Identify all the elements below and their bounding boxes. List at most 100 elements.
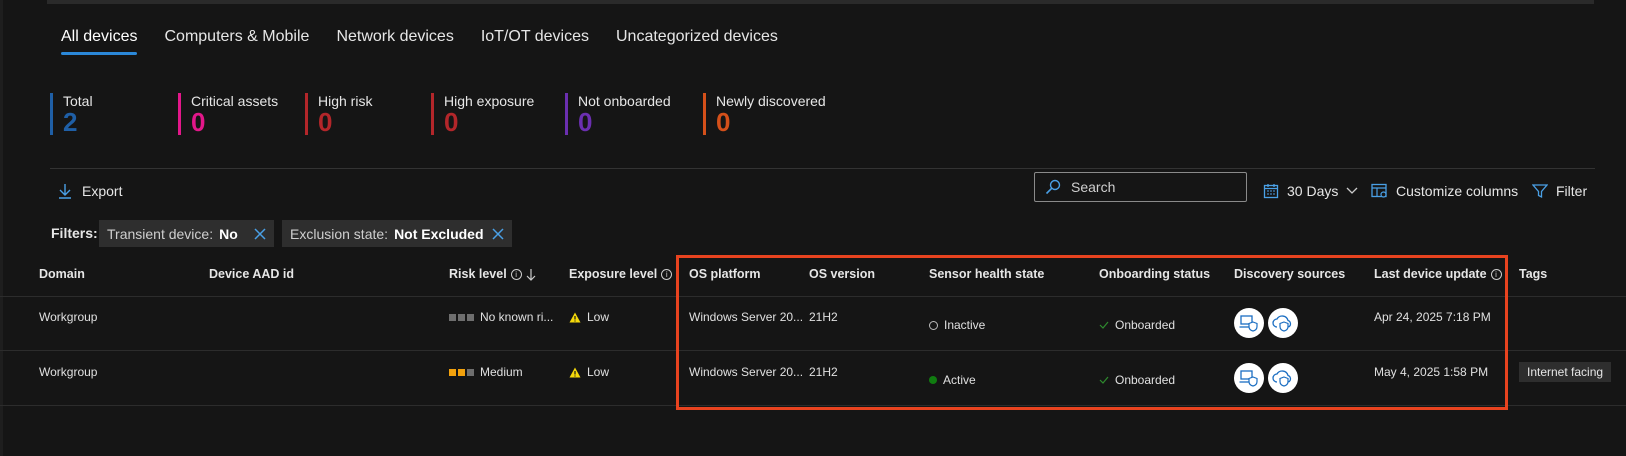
cell-last-device-update: May 4, 2025 1:58 PM bbox=[1374, 365, 1489, 379]
columns-settings-icon bbox=[1371, 183, 1387, 198]
cell-risk-level: Medium bbox=[449, 365, 523, 379]
close-icon[interactable] bbox=[254, 227, 266, 240]
filters-label: Filters: bbox=[51, 225, 98, 241]
exposure-label: Low bbox=[587, 365, 610, 379]
cell-os-platform: Windows Server 20... bbox=[689, 310, 804, 324]
column-header-os-platform[interactable]: OS platform bbox=[689, 267, 761, 281]
chip-value: Not Excluded bbox=[394, 225, 484, 242]
top-bar bbox=[47, 0, 1594, 4]
cell-onboarding-status: Onboarded bbox=[1099, 318, 1175, 332]
onboarding-label: Onboarded bbox=[1115, 373, 1176, 387]
cell-discovery-sources bbox=[1234, 308, 1298, 338]
search-input[interactable] bbox=[1069, 178, 1243, 196]
stat-high-exposure[interactable]: High exposure 0 bbox=[431, 93, 534, 135]
export-label: Export bbox=[82, 183, 123, 199]
chevron-down-icon bbox=[1346, 187, 1358, 194]
search-box[interactable] bbox=[1034, 172, 1247, 202]
risk-label: Medium bbox=[480, 365, 523, 379]
warning-icon bbox=[569, 312, 581, 322]
column-header-last-device-update[interactable]: Last device update i bbox=[1374, 267, 1502, 281]
cloud-shield-icon[interactable] bbox=[1268, 308, 1298, 338]
tag-badge[interactable]: Internet facing bbox=[1519, 362, 1612, 382]
onboarding-label: Onboarded bbox=[1115, 318, 1176, 332]
stat-newly-discovered[interactable]: Newly discovered 0 bbox=[703, 93, 826, 135]
cell-exposure-level: Low bbox=[569, 310, 609, 324]
date-range-label: 30 Days bbox=[1287, 183, 1339, 199]
cell-os-version: 21H2 bbox=[809, 310, 838, 324]
stat-value: 0 bbox=[716, 107, 731, 137]
column-label: Exposure level bbox=[569, 267, 658, 281]
exposure-label: Low bbox=[587, 310, 610, 324]
column-header-risk-level[interactable]: Risk level i bbox=[449, 267, 536, 281]
cell-os-platform: Windows Server 20... bbox=[689, 365, 804, 379]
cell-discovery-sources bbox=[1234, 363, 1298, 393]
download-icon bbox=[59, 184, 71, 199]
stat-value: 0 bbox=[318, 107, 333, 137]
cell-sensor-health: Active bbox=[929, 373, 976, 387]
inactive-status-icon bbox=[929, 320, 938, 330]
stat-value: 0 bbox=[444, 107, 459, 137]
cloud-shield-icon[interactable] bbox=[1268, 363, 1298, 393]
device-shield-icon[interactable] bbox=[1234, 308, 1264, 338]
active-status-icon bbox=[929, 376, 937, 384]
info-icon[interactable]: i bbox=[1490, 268, 1502, 280]
close-icon[interactable] bbox=[492, 227, 504, 240]
info-icon[interactable]: i bbox=[661, 268, 673, 280]
column-label: Last device update bbox=[1374, 267, 1487, 281]
left-edge bbox=[0, 0, 3, 456]
device-shield-icon[interactable] bbox=[1234, 363, 1264, 393]
column-header-onboarding-status[interactable]: Onboarding status bbox=[1099, 267, 1210, 281]
cell-risk-level: No known ri... bbox=[449, 310, 553, 324]
filter-icon bbox=[1532, 184, 1548, 199]
date-range-dropdown[interactable]: 30 Days bbox=[1263, 183, 1358, 199]
sort-descending-icon[interactable] bbox=[526, 268, 536, 281]
stat-value: 2 bbox=[63, 107, 78, 137]
stat-not-onboarded[interactable]: Not onboarded 0 bbox=[565, 93, 671, 135]
cell-last-device-update: Apr 24, 2025 7:18 PM bbox=[1374, 310, 1491, 324]
chip-key: Exclusion state: bbox=[290, 225, 389, 242]
info-icon[interactable]: i bbox=[510, 268, 522, 280]
column-header-discovery-sources[interactable]: Discovery sources bbox=[1234, 267, 1345, 281]
cell-domain: Workgroup bbox=[39, 365, 98, 379]
cell-sensor-health: Inactive bbox=[929, 318, 985, 332]
device-tabs: All devices Computers & Mobile Network d… bbox=[61, 28, 778, 55]
column-header-sensor-health-state[interactable]: Sensor health state bbox=[929, 267, 1044, 281]
column-header-exposure-level[interactable]: Exposure level i bbox=[569, 267, 673, 281]
tab-network-devices[interactable]: Network devices bbox=[336, 28, 453, 55]
column-header-domain[interactable]: Domain bbox=[39, 267, 85, 281]
filter-label: Filter bbox=[1556, 183, 1588, 199]
cell-os-version: 21H2 bbox=[809, 365, 838, 379]
stat-high-risk[interactable]: High risk 0 bbox=[305, 93, 372, 135]
tab-uncategorized-devices[interactable]: Uncategorized devices bbox=[616, 28, 778, 55]
sensor-label: Active bbox=[943, 373, 976, 387]
tab-all-devices[interactable]: All devices bbox=[61, 28, 138, 55]
column-header-tags[interactable]: Tags bbox=[1519, 267, 1547, 281]
chip-key: Transient device: bbox=[107, 225, 214, 242]
risk-bars-icon bbox=[449, 313, 474, 321]
header-divider bbox=[0, 296, 1626, 297]
customize-columns-button[interactable]: Customize columns bbox=[1371, 183, 1518, 199]
divider bbox=[50, 168, 1595, 169]
cell-domain: Workgroup bbox=[39, 310, 98, 324]
stat-total[interactable]: Total 2 bbox=[50, 93, 93, 135]
row-divider bbox=[0, 350, 1626, 351]
stat-value: 0 bbox=[191, 107, 206, 137]
stat-label: Newly discovered bbox=[716, 93, 826, 109]
filter-chip-transient-device[interactable]: Transient device: No bbox=[99, 220, 274, 247]
filter-chip-exclusion-state[interactable]: Exclusion state: Not Excluded bbox=[282, 220, 512, 247]
stat-critical-assets[interactable]: Critical assets 0 bbox=[178, 93, 278, 135]
column-header-device-aad-id[interactable]: Device AAD id bbox=[209, 267, 294, 281]
column-header-os-version[interactable]: OS version bbox=[809, 267, 875, 281]
stat-value: 0 bbox=[578, 107, 593, 137]
calendar-icon bbox=[1263, 184, 1279, 199]
warning-icon bbox=[569, 367, 581, 377]
column-label: Risk level bbox=[449, 267, 507, 281]
row-divider bbox=[0, 405, 1626, 406]
search-icon bbox=[1045, 179, 1061, 195]
checkmark-icon bbox=[1099, 321, 1109, 329]
filter-button[interactable]: Filter bbox=[1532, 183, 1587, 199]
tab-computers-mobile[interactable]: Computers & Mobile bbox=[164, 28, 309, 55]
risk-label: No known ri... bbox=[480, 310, 554, 324]
export-button[interactable]: Export bbox=[58, 183, 122, 199]
tab-iot-ot-devices[interactable]: IoT/OT devices bbox=[481, 28, 589, 55]
